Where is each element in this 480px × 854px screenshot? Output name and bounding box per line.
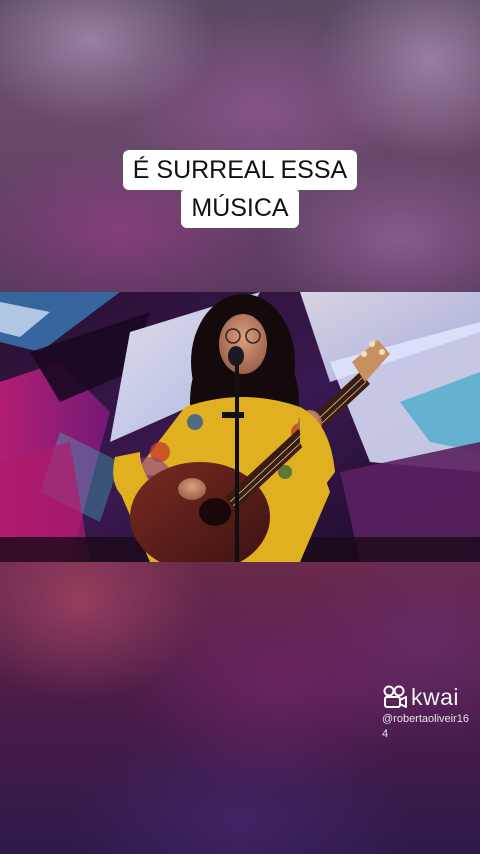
kwai-watermark: kwai @robertaoliveir16 4 bbox=[382, 684, 478, 742]
video-player[interactable]: É SURREAL ESSA MÚSICA kwai @robertaolive… bbox=[0, 0, 480, 854]
video-frame[interactable] bbox=[0, 292, 480, 562]
creator-handle-line-2: 4 bbox=[382, 728, 389, 740]
caption-line-1: É SURREAL ESSA bbox=[122, 150, 358, 190]
creator-handle-line-1: @robertaoliveir16 bbox=[382, 713, 469, 725]
caption-overlay: É SURREAL ESSA MÚSICA bbox=[0, 150, 480, 228]
creator-handle: @robertaoliveir16 4 bbox=[382, 712, 478, 742]
singer-with-guitar-stage-icon bbox=[0, 292, 480, 562]
caption-line-2: MÚSICA bbox=[181, 188, 299, 228]
kwai-brand-text: kwai bbox=[411, 684, 460, 710]
blurred-background-top bbox=[0, 0, 480, 292]
kwai-camera-logo-icon bbox=[383, 685, 407, 708]
